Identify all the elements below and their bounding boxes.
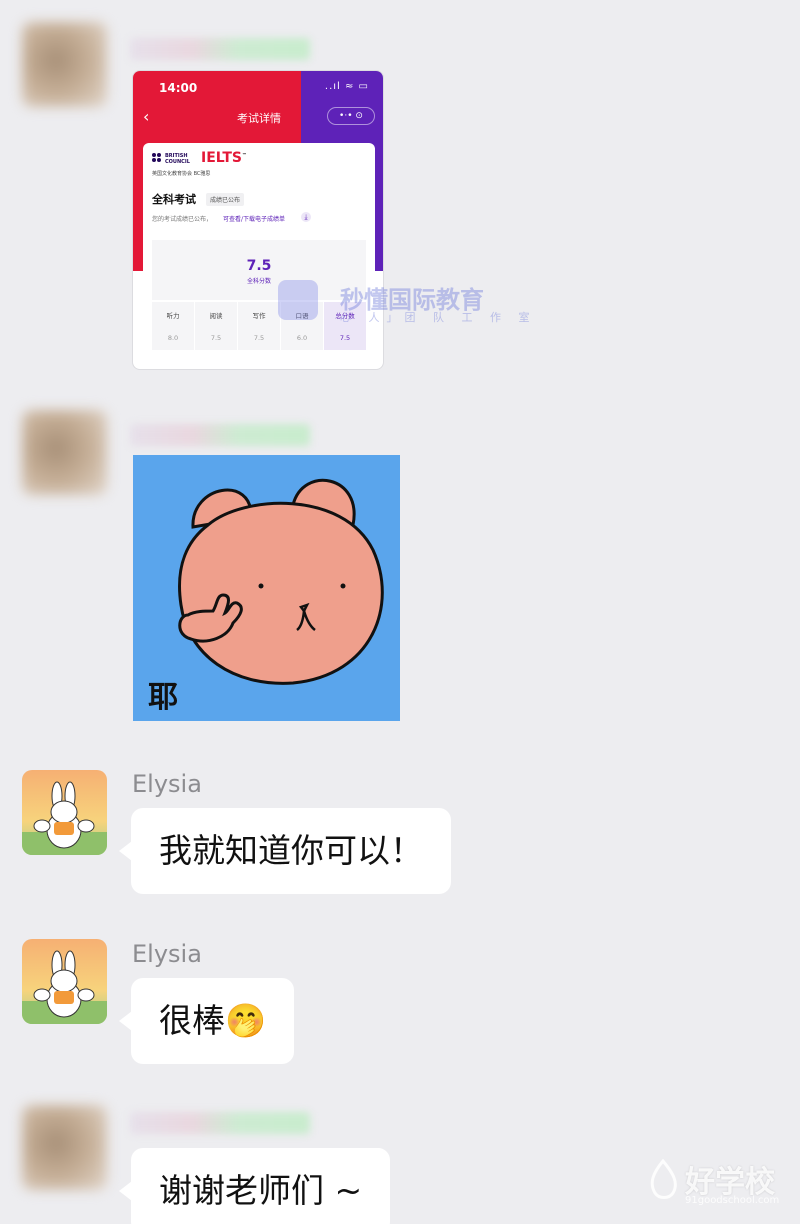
elysia-avatar[interactable] [22, 939, 107, 1024]
sender-avatar-blurred[interactable] [22, 410, 107, 495]
sticker-caption: 耶 [148, 680, 178, 715]
ielts-logo: IELTS™ [201, 150, 248, 166]
elysia-avatar[interactable] [22, 770, 107, 855]
message-bubble[interactable]: 很棒🤭 [118, 978, 295, 1064]
overall-score-label: 全科分数 [246, 278, 271, 285]
overall-score-box: 7.5 全科分数 [152, 240, 366, 300]
british-council-logo-icon [152, 153, 162, 163]
exam-title: 全科考试 [152, 193, 196, 206]
sender-name-blurred [130, 1112, 310, 1134]
status-icons: ..ıl ≈ ▭ [324, 81, 369, 92]
sender-name-blurred [130, 38, 310, 60]
subscore-writing: 写作 7.5 [238, 302, 280, 350]
sender-name: Elysia [132, 940, 202, 968]
org-subtitle: 英国文化教育协会 BC雅思 [152, 171, 211, 177]
british-council-text: BRITISH COUNCIL [165, 153, 190, 165]
sender-name: Elysia [132, 770, 202, 798]
sender-avatar-blurred[interactable] [22, 1105, 107, 1190]
status-badge: 成绩已公布 [206, 193, 245, 206]
sender-name-blurred [130, 424, 310, 446]
result-note: 您的考试成绩已公布， [152, 216, 213, 223]
site-watermark: 好学校 91goodschool.com [645, 1155, 790, 1215]
download-icon: ⤓ [301, 212, 311, 222]
exam-card: BRITISH COUNCIL IELTS™ 英国文化教育协会 BC雅思 全科考… [143, 143, 375, 365]
subscore-listening: 听力 8.0 [152, 302, 194, 350]
sender-avatar-blurred[interactable] [22, 22, 107, 107]
watermark-cat-icon [278, 280, 318, 320]
overall-score: 7.5 [246, 258, 272, 274]
message-bubble[interactable]: 谢谢老师们 ~ [118, 1148, 391, 1224]
subscore-reading: 阅读 7.5 [195, 302, 237, 350]
status-time: 14:00 [159, 81, 198, 95]
message-bubble[interactable]: 我就知道你可以！ [119, 808, 451, 894]
download-report-link: 可查看/下载电子成绩单 [223, 216, 286, 223]
ielts-screenshot-image[interactable]: 14:00 ..ıl ≈ ▭ ‹ 考试详情 •·• ⊙ BRITISH COUN… [132, 70, 384, 370]
subscore-table: 听力 8.0 阅读 7.5 写作 7.5 口语 6.0 总分数 7.5 [152, 302, 366, 350]
mini-program-capsule: •·• ⊙ [327, 107, 375, 125]
watermark-logo-icon [650, 1159, 677, 1199]
